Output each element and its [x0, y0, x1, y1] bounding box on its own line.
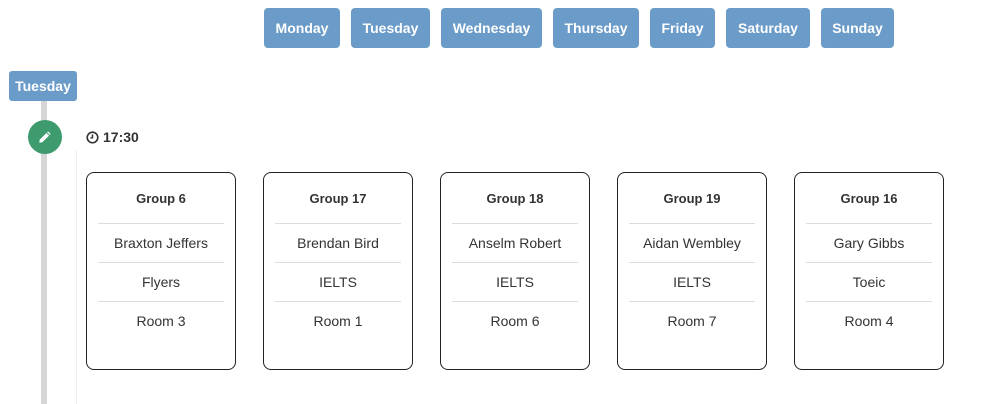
session-time: 17:30 — [86, 129, 139, 145]
group-card[interactable]: Group 6 Braxton Jeffers Flyers Room 3 — [86, 172, 236, 370]
group-card[interactable]: Group 18 Anselm Robert IELTS Room 6 — [440, 172, 590, 370]
group-course: Toeic — [806, 263, 932, 302]
group-card[interactable]: Group 19 Aidan Wembley IELTS Room 7 — [617, 172, 767, 370]
group-room: Room 3 — [136, 313, 186, 329]
group-title: Group 19 — [629, 173, 755, 224]
day-button-wednesday[interactable]: Wednesday — [441, 8, 542, 48]
edit-button[interactable] — [28, 120, 62, 154]
selected-day-label: Tuesday — [9, 71, 77, 101]
group-course: IELTS — [629, 263, 755, 302]
group-card-list: Group 6 Braxton Jeffers Flyers Room 3 Gr… — [86, 172, 944, 370]
group-teacher: Gary Gibbs — [806, 224, 932, 263]
group-course: IELTS — [452, 263, 578, 302]
group-card[interactable]: Group 16 Gary Gibbs Toeic Room 4 — [794, 172, 944, 370]
group-course: Flyers — [98, 263, 224, 302]
group-teacher: Anselm Robert — [452, 224, 578, 263]
group-card[interactable]: Group 17 Brendan Bird IELTS Room 1 — [263, 172, 413, 370]
clock-icon — [86, 130, 99, 144]
group-teacher: Braxton Jeffers — [98, 224, 224, 263]
group-room: Room 4 — [844, 313, 894, 329]
group-room: Room 7 — [667, 313, 717, 329]
day-button-sunday[interactable]: Sunday — [821, 8, 894, 48]
group-teacher: Brendan Bird — [275, 224, 401, 263]
group-title: Group 17 — [275, 173, 401, 224]
group-room: Room 6 — [490, 313, 540, 329]
session-time-text: 17:30 — [103, 129, 139, 145]
timeline-guide — [76, 150, 77, 404]
day-button-friday[interactable]: Friday — [650, 8, 715, 48]
group-title: Group 6 — [98, 173, 224, 224]
group-title: Group 16 — [806, 173, 932, 224]
day-button-thursday[interactable]: Thursday — [553, 8, 639, 48]
group-teacher: Aidan Wembley — [629, 224, 755, 263]
group-course: IELTS — [275, 263, 401, 302]
day-button-saturday[interactable]: Saturday — [726, 8, 810, 48]
group-title: Group 18 — [452, 173, 578, 224]
day-button-tuesday[interactable]: Tuesday — [351, 8, 430, 48]
day-button-monday[interactable]: Monday — [264, 8, 340, 48]
pencil-icon — [39, 131, 51, 143]
group-room: Room 1 — [313, 313, 363, 329]
day-selector: Monday Tuesday Wednesday Thursday Friday… — [264, 8, 894, 48]
timetable-page: Monday Tuesday Wednesday Thursday Friday… — [0, 0, 982, 404]
